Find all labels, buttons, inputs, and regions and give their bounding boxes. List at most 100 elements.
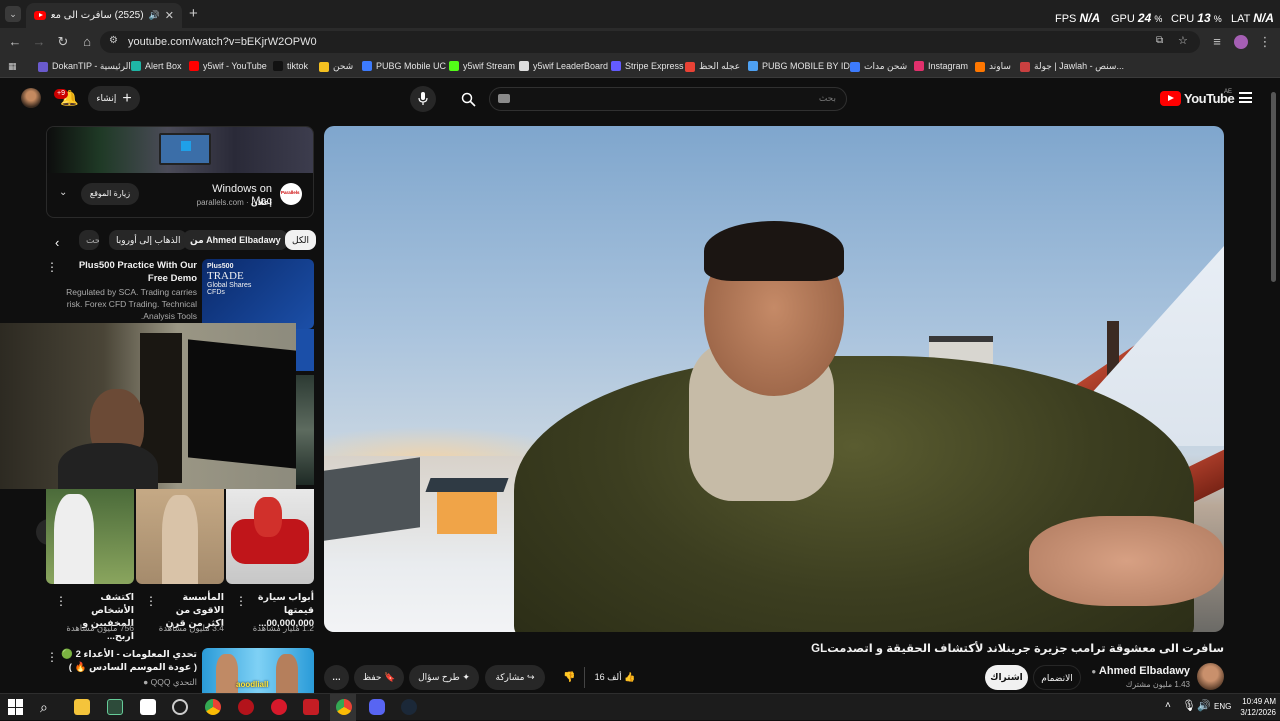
keyboard-icon[interactable] [498, 94, 510, 103]
install-app-icon[interactable]: ⧉ [1156, 35, 1163, 46]
chips-prev-chevron-icon[interactable]: ‹ [55, 235, 59, 250]
bookmark-star-icon[interactable]: ☆ [1178, 34, 1188, 47]
app-red-icon-1[interactable] [238, 699, 254, 715]
more-actions-button[interactable]: … [324, 665, 349, 690]
language-indicator[interactable]: ENG [1214, 702, 1231, 711]
promo-thumbnail[interactable]: Plus500 TRADE Global Shares CFDs [202, 259, 314, 329]
search-button[interactable] [455, 86, 481, 112]
bookmark-item[interactable]: tiktok [273, 61, 308, 71]
share-button[interactable]: مشاركة ↪ [485, 665, 545, 690]
chrome-icon[interactable] [205, 699, 221, 715]
bookmark-item[interactable]: y5wif - YouTube [189, 61, 267, 71]
dislike-button[interactable]: 👎 [555, 667, 585, 688]
visit-site-button[interactable]: زيارة الموقع [81, 183, 139, 205]
taskbar-search-icon[interactable]: ⌕ [40, 699, 56, 715]
bookmark-item[interactable]: عجله الحظ [685, 61, 740, 72]
app-red-icon-3[interactable] [303, 699, 319, 715]
search-placeholder: بحث [818, 93, 836, 103]
chrome-active-icon[interactable] [336, 699, 352, 715]
bookmark-label: y5wif - YouTube [203, 61, 267, 71]
ad-card[interactable]: ⌄ زيارة الموقع Windows on Mac parallels.… [46, 126, 314, 218]
bookmark-item[interactable]: y5wif Stream [449, 61, 515, 71]
chip-from-channel[interactable]: من Ahmed Elbadawy [183, 230, 288, 250]
video-player[interactable] [324, 126, 1224, 632]
apps-grid-icon[interactable]: ▦ [8, 61, 17, 72]
bookmark-item[interactable]: ساوند [975, 61, 1011, 72]
bookmark-item[interactable]: y5wif LeaderBoard [519, 61, 608, 71]
voice-search-button[interactable] [410, 86, 436, 112]
bookmark-favicon-icon [1020, 61, 1030, 72]
short-thumbnail-2[interactable] [136, 489, 224, 584]
clock[interactable]: 10:49 AM 3/12/2026 [1232, 696, 1276, 718]
short-menu-icon-2[interactable]: ⋮ [145, 594, 157, 608]
page-scrollbar[interactable] [1271, 92, 1276, 282]
promo-menu-icon[interactable]: ⋮ [46, 260, 58, 274]
media-controls-icon[interactable]: ≡ [1210, 35, 1224, 49]
chip-europe[interactable]: الذهاب إلى أوروبا [109, 230, 188, 250]
tab-close-icon[interactable]: ✕ [165, 9, 174, 22]
file-explorer-icon[interactable] [74, 699, 90, 715]
next-video-title[interactable]: تحدي المعلومات - الأعداء 2 🟢 ( عودة المو… [60, 648, 197, 674]
browser-menu-icon[interactable]: ⋮ [1258, 35, 1272, 49]
create-button[interactable]: إنشاء + [88, 86, 140, 111]
forward-arrow-icon[interactable]: → [32, 35, 46, 49]
windows-start-icon[interactable] [8, 699, 24, 715]
region-code: AE [1224, 89, 1233, 95]
tray-chevron-icon[interactable]: ˄ [1165, 700, 1171, 711]
tray-mic-icon[interactable]: 🎙 [1182, 699, 1196, 712]
bookmark-item[interactable]: PUBG Mobile UC [362, 61, 446, 71]
bookmark-item[interactable]: PUBG MOBILE BY ID... [748, 61, 857, 71]
address-bar[interactable]: ⚙ youtube.com/watch?v=bEKjrW2OPW0 ⧉ ☆ [100, 31, 1200, 53]
hud-gpu: GPU 24 % [1111, 11, 1163, 25]
short-thumbnail-1[interactable] [226, 489, 314, 584]
tab-active[interactable]: (2525) سافرت الى معشوقة 🔊 ✕ [26, 3, 182, 28]
bookmark-label: جولة | Jawlah - سنص... [1034, 61, 1124, 71]
site-info-icon[interactable]: ⚙ [109, 35, 118, 46]
tab-search-button[interactable]: ⌄ [5, 6, 21, 22]
terminal-icon[interactable] [107, 699, 123, 715]
bookmark-item[interactable]: جولة | Jawlah - سنص... [1020, 61, 1124, 72]
github-icon[interactable] [172, 699, 188, 715]
promo-title[interactable]: Plus500 Practice With Our Free Demo [60, 259, 197, 285]
short-thumbnail-3[interactable] [46, 489, 134, 584]
short-menu-icon-1[interactable]: ⋮ [235, 594, 247, 608]
chip-more[interactable]: محت [79, 230, 99, 250]
save-button[interactable]: حفظ 🔖 [354, 665, 404, 690]
discord-icon[interactable] [369, 699, 385, 715]
ad-collapse-chevron-icon[interactable]: ⌄ [59, 187, 67, 198]
channel-name[interactable]: ● Ahmed Elbadawy [1080, 665, 1190, 677]
short-title-3[interactable]: اكتشف الأشخاص المخفيين و اربح... [68, 591, 134, 643]
channel-avatar[interactable] [1197, 663, 1224, 690]
search-input[interactable]: بحث [489, 87, 847, 111]
bookmark-item[interactable]: شحن [319, 61, 353, 72]
user-avatar[interactable] [21, 88, 41, 108]
next-video-thumbnail[interactable]: aoodliall [202, 648, 314, 693]
steam-icon[interactable] [401, 699, 417, 715]
reload-icon[interactable]: ↻ [56, 35, 70, 49]
app-red-icon-2[interactable] [271, 699, 287, 715]
chip-all[interactable]: الكل [285, 230, 317, 250]
guide-menu-icon[interactable] [1239, 92, 1252, 103]
join-button[interactable]: الانضمام [1033, 665, 1081, 690]
next-video-menu-icon[interactable]: ⋮ [46, 650, 58, 664]
bookmark-item[interactable]: شحن مدات [850, 61, 907, 72]
new-tab-button[interactable]: + [189, 5, 198, 22]
back-arrow-icon[interactable]: ← [8, 35, 22, 49]
speaker-icon[interactable]: 🔊 [149, 10, 160, 21]
home-icon[interactable]: ⌂ [80, 35, 94, 49]
app-icon-square[interactable] [140, 699, 156, 715]
profile-avatar[interactable] [1234, 35, 1248, 49]
tray-volume-icon[interactable]: 🔊 [1197, 699, 1211, 712]
subscribe-button[interactable]: اشتراك [985, 665, 1028, 690]
next-video-channel: التحدي QQQ ● [143, 677, 197, 687]
ask-button[interactable]: طرح سؤال ✦ [409, 665, 479, 690]
bookmark-item[interactable]: Stripe Express [611, 61, 684, 71]
bookmark-item[interactable]: DokanTIP - الرئيسية [38, 61, 131, 72]
search-icon [461, 92, 476, 107]
bookmark-item[interactable]: Alert Box [131, 61, 182, 71]
bookmark-favicon-icon [38, 61, 48, 72]
short-menu-icon-3[interactable]: ⋮ [55, 594, 67, 608]
bookmark-item[interactable]: Instagram [914, 61, 968, 71]
like-button[interactable]: 16 ألف 👍 [586, 665, 644, 690]
bookmark-label: Stripe Express [625, 61, 684, 71]
